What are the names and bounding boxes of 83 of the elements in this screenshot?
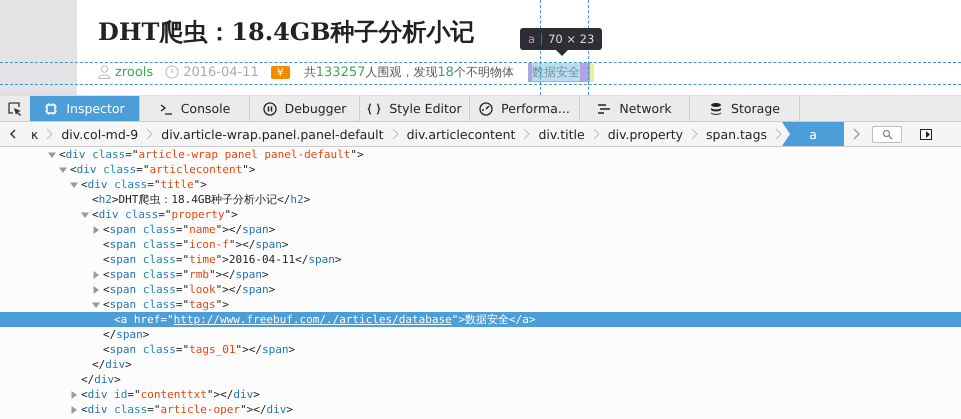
expand-triangle-icon[interactable] (92, 270, 100, 278)
price-badge: ¥ (270, 66, 290, 78)
markup-text: <div class="article-oper"></div> (81, 402, 293, 417)
clock-icon (165, 65, 180, 79)
markup-text: <span class="icon-f"></span> (103, 237, 288, 252)
lines-icon (597, 102, 612, 116)
tree-row[interactable]: <h2>DHT爬虫：18.4GB种子分析小记</h2> (0, 192, 961, 207)
markup-text: <div class="property"> (92, 207, 238, 222)
breadcrumb[interactable]: div.article-wrap.panel.panel-default (153, 122, 392, 146)
expand-triangle-icon[interactable] (92, 286, 100, 294)
tree-row[interactable]: <div class="property"> (0, 207, 961, 222)
breadcrumb[interactable]: div.title (530, 122, 593, 146)
tooltip-size: 70 × 23 (548, 32, 594, 46)
tree-row[interactable]: <span class="name"></span> (0, 222, 961, 237)
markup-text: <span class="rmb"></span> (103, 267, 269, 282)
sidebar-toggle-icon[interactable] (920, 128, 932, 140)
chevron-icon (46, 128, 54, 140)
breadcrumb[interactable]: span.tags (698, 122, 776, 146)
chip-icon (44, 102, 58, 116)
markup-text: </div> (92, 357, 132, 372)
markup-text: <span class="tags_01"></span> (103, 342, 296, 357)
markup-text: <span class="look"></span> (103, 282, 276, 297)
markup-text: <span class="time">2016-04-11</span> (103, 252, 342, 267)
cursor-icon (8, 102, 22, 116)
braces-icon (367, 102, 382, 116)
scroll-left-icon[interactable] (9, 129, 17, 139)
tree-row[interactable]: <div class="articlecontent"> (0, 162, 961, 177)
markup-text: <div class="title"> (81, 177, 207, 192)
scroll-right-icon[interactable] (852, 128, 860, 140)
expand-triangle-icon[interactable] (70, 390, 78, 398)
breadcrumb[interactable]: div.property (600, 122, 692, 146)
devtools-tab[interactable]: Style Editor (360, 96, 470, 121)
chevron-icon (392, 128, 399, 140)
tree-row[interactable]: <div class="title"> (0, 177, 961, 192)
user-icon (98, 65, 111, 79)
collapse-triangle-icon[interactable] (59, 166, 67, 174)
markup-text: <div class="article-wrap panel panel-default"> (59, 147, 364, 162)
breadcrumb[interactable]: κ (23, 122, 46, 146)
tooltip-tag: a (528, 32, 536, 46)
collapse-triangle-icon[interactable] (48, 150, 56, 158)
chevron-icon (146, 128, 154, 140)
devtools-tab[interactable]: Storage (690, 96, 800, 121)
prompt-icon (158, 102, 173, 116)
tree-row[interactable]: <span class="tags_01"></span> (0, 342, 961, 357)
tree-row[interactable]: <span class="rmb"></span> (0, 267, 961, 282)
chevron-icon (691, 128, 698, 140)
tree-row[interactable]: <span class="tags"> (0, 297, 961, 312)
chevron-icon (523, 128, 530, 140)
devtools-tab[interactable]: Network (580, 96, 690, 121)
breadcrumb[interactable]: div.col-md-9 (53, 122, 146, 146)
tree-row[interactable]: <div id="contenttxt"></div> (0, 387, 961, 402)
markup-text: </span> (103, 327, 150, 342)
tree-row[interactable]: <span class="time">2016-04-11</span> (0, 252, 961, 267)
collapse-triangle-icon[interactable] (81, 210, 89, 218)
view-count-text: 共133257人围观，发现18个不明物体 (304, 64, 514, 80)
tree-row[interactable]: <div class="article-wrap panel panel-default"> (0, 147, 961, 162)
pause-icon (262, 102, 277, 116)
collapse-triangle-icon[interactable] (70, 180, 78, 188)
devtools-tab[interactable]: Debugger (250, 96, 360, 121)
tree-row[interactable]: <span class="icon-f"></span> (0, 237, 961, 252)
markup-text: <span class="name"></span> (103, 222, 276, 237)
tree-row[interactable]: <div class="article-oper"></div> (0, 402, 961, 417)
article-title: DHT爬虫：18.4GB种子分析小记 (98, 16, 475, 48)
search-button[interactable] (872, 126, 902, 142)
search-icon (882, 128, 893, 140)
post-date: 2016-04-11 (183, 64, 259, 80)
chevron-icon (775, 128, 782, 140)
markup-text: <div class="articlecontent"> (70, 162, 256, 177)
markup-text: </div> (81, 372, 121, 387)
markup-text: <h2>DHT爬虫：18.4GB种子分析小记</h2> (92, 192, 310, 207)
expand-triangle-icon[interactable] (92, 226, 100, 234)
breadcrumb[interactable]: div.articlecontent (398, 122, 524, 146)
markup-text: <span class="tags"> (103, 297, 229, 312)
devtools-tab[interactable]: Console (140, 96, 250, 121)
markup-text: <a href="http://www.freebuf.com/./articles/database">数据安全</a> (114, 312, 536, 327)
markup-text: <div id="contenttxt"></div> (81, 387, 260, 402)
chevron-icon (592, 128, 600, 140)
gauge-icon (479, 102, 494, 116)
expand-triangle-icon[interactable] (70, 406, 78, 414)
collapse-triangle-icon[interactable] (92, 300, 100, 308)
devtools-tab[interactable]: Performa... (470, 96, 580, 121)
database-icon (709, 102, 724, 116)
tree-row[interactable]: <span class="look"></span> (0, 282, 961, 297)
